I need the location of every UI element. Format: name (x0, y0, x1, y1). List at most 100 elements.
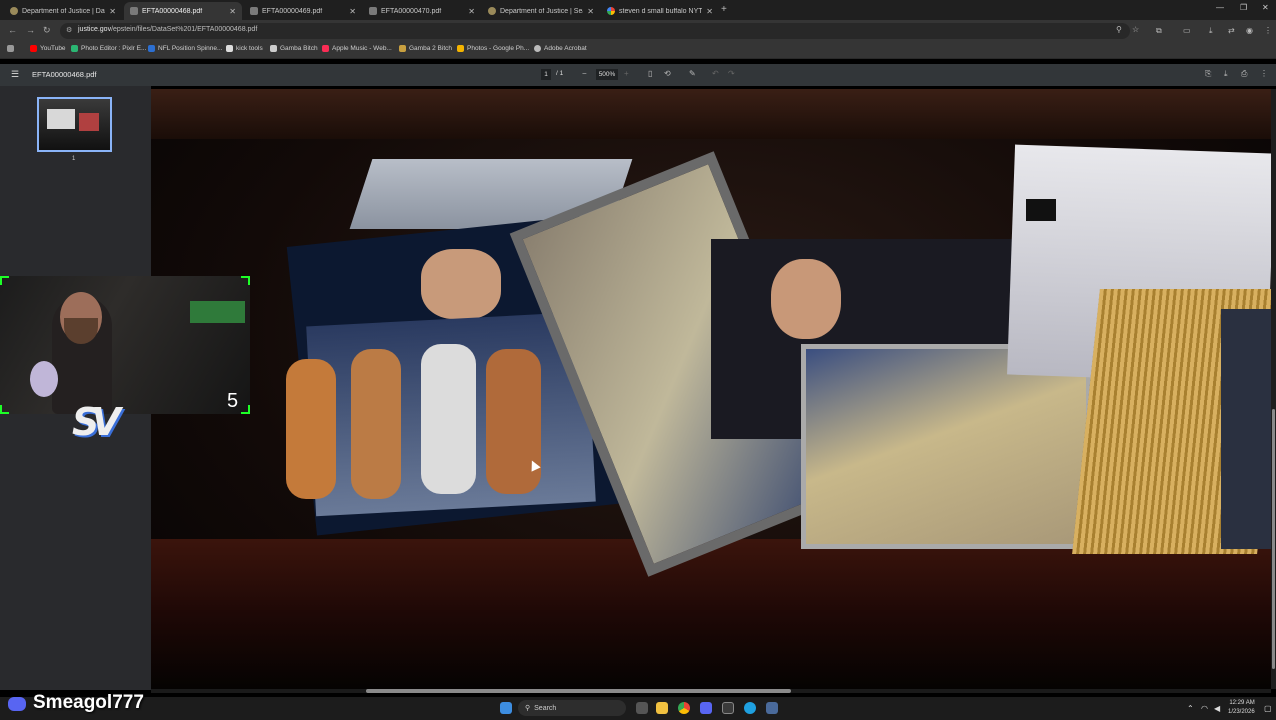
pdf-filename: EFTA00000468.pdf (32, 70, 97, 79)
bookmark-apple-music[interactable]: Apple Music - Web... (322, 45, 392, 52)
scrollbar-thumb[interactable] (366, 689, 791, 693)
zoom-out-icon[interactable]: − (582, 69, 587, 78)
task-view-icon[interactable] (636, 702, 648, 714)
print-icon[interactable]: ⎙ (1241, 69, 1247, 79)
close-tab-icon[interactable]: ✕ (229, 7, 236, 16)
tab-title: Department of Justice | Search (500, 7, 583, 15)
discord-app-icon[interactable] (700, 702, 712, 714)
scrollbar-thumb[interactable] (1272, 409, 1275, 669)
page-number-input[interactable]: 1 (541, 69, 551, 80)
undo-icon[interactable]: ↶ (712, 69, 719, 78)
discord-icon (8, 697, 26, 711)
share-icon[interactable]: ⇄ (1228, 26, 1235, 35)
bookmark-label: Photo Editor : Pixlr E... (81, 45, 147, 52)
tab-efta468[interactable]: EFTA00000468.pdf ✕ (124, 2, 242, 20)
extensions-icon[interactable]: ⧉ (1156, 26, 1162, 36)
page-thumbnail[interactable] (37, 97, 112, 152)
bookmark-gamba[interactable]: Gamba Bitch (270, 45, 318, 52)
redo-icon[interactable]: ↷ (728, 69, 735, 78)
chrome-icon[interactable] (678, 702, 690, 714)
new-tab-button[interactable]: + (721, 4, 727, 15)
tab-title: Department of Justice | Data Se (22, 7, 105, 15)
tab-efta470[interactable]: EFTA00000470.pdf ✕ (363, 2, 481, 20)
nfl-icon (148, 45, 155, 52)
close-tab-icon[interactable]: ✕ (587, 7, 594, 16)
calculator-icon[interactable] (766, 702, 778, 714)
grid-icon (226, 45, 233, 52)
zoom-in-icon[interactable]: + (624, 69, 629, 78)
photo-figure (286, 359, 336, 499)
apps-grid-icon[interactable] (7, 45, 14, 52)
zoom-input[interactable]: 500% (596, 69, 618, 80)
start-windows-icon[interactable] (500, 702, 512, 714)
hamburger-menu-icon[interactable]: ☰ (11, 69, 19, 80)
bookmark-label: kick tools (236, 45, 263, 52)
address-bar[interactable]: ⚙ justice.gov/epstein/files/DataSet%201/… (60, 23, 1139, 39)
tab-efta469[interactable]: EFTA00000469.pdf ✕ (244, 2, 362, 20)
vertical-scrollbar[interactable] (1271, 89, 1276, 689)
apple-music-icon (322, 45, 329, 52)
close-tab-icon[interactable]: ✕ (706, 7, 713, 16)
photo-face (771, 259, 841, 339)
download-pdf-icon[interactable]: ⤓ (1224, 69, 1228, 79)
counter-number: 5 (227, 390, 239, 412)
back-icon[interactable]: ← (8, 25, 17, 35)
bookmark-star-icon[interactable]: ☆ (1132, 25, 1139, 34)
file-explorer-icon[interactable] (656, 702, 668, 714)
bookmark-adobe[interactable]: Adobe Acrobat (534, 45, 587, 52)
photo-figure (351, 349, 401, 499)
reload-icon[interactable]: ↻ (43, 25, 51, 36)
minimize-icon[interactable]: — (1216, 3, 1224, 12)
tab-strip: Department of Justice | Data Se ✕ EFTA00… (0, 0, 1276, 20)
rotate-icon[interactable]: ⟲ (664, 69, 671, 78)
profile-icon[interactable]: ◉ (1246, 26, 1253, 35)
download-icon[interactable]: ⤓ (1209, 26, 1213, 36)
system-clock[interactable]: 12:29 AM 1/23/2026 (1228, 699, 1255, 717)
tab-doj-search[interactable]: Department of Justice | Search ✕ (482, 2, 600, 20)
edge-icon[interactable] (744, 702, 756, 714)
zoom-icon[interactable]: ⚲ (1116, 25, 1122, 34)
desk-surface (151, 539, 1271, 689)
save-icon[interactable]: ⎘ (1205, 69, 1211, 79)
frame-corner (241, 276, 250, 285)
menu-icon[interactable]: ⋮ (1264, 26, 1272, 35)
bookmark-pixlr[interactable]: Photo Editor : Pixlr E... (71, 45, 146, 52)
bookmark-google-photos[interactable]: Photos - Google Ph... (457, 45, 529, 52)
xbox-icon[interactable] (722, 702, 734, 714)
tab-google-search[interactable]: steven d small buffalo NYT - Go ✕ (601, 2, 719, 20)
volume-icon[interactable]: ◀ (1214, 704, 1220, 713)
close-window-icon[interactable]: ✕ (1262, 3, 1269, 12)
bookmark-youtube[interactable]: YouTube (30, 45, 66, 52)
tab-doj-dataset[interactable]: Department of Justice | Data Se ✕ (4, 2, 122, 20)
annotate-icon[interactable]: ✎ (689, 69, 696, 78)
close-tab-icon[interactable]: ✕ (468, 7, 475, 16)
photo-face (421, 249, 501, 319)
notifications-icon[interactable]: ▢ (1264, 704, 1272, 713)
bookmark-label: Photos - Google Ph... (467, 45, 530, 52)
wall-flag (190, 301, 245, 323)
pdf-toolbar: ☰ EFTA00000468.pdf 1 / 1 − 500% + ▯ ⟲ ✎ … (0, 64, 1276, 86)
bookmark-nfl[interactable]: NFL Position Spinne... (148, 45, 222, 52)
close-tab-icon[interactable]: ✕ (349, 7, 356, 16)
more-options-icon[interactable]: ⋮ (1260, 69, 1268, 78)
tab-title: EFTA00000469.pdf (262, 7, 323, 15)
apps-icon (7, 45, 14, 52)
horizontal-scrollbar[interactable] (151, 689, 1271, 693)
bookmarks-bar: YouTube Photo Editor : Pixlr E... NFL Po… (0, 42, 1276, 59)
wifi-icon[interactable]: ◠ (1201, 704, 1208, 713)
pdf-page-photo (151, 89, 1271, 689)
restore-icon[interactable]: ❐ (1240, 3, 1247, 12)
site-info-icon[interactable]: ⚙ (66, 26, 72, 34)
forward-icon[interactable]: → (26, 25, 35, 35)
fit-page-icon[interactable]: ▯ (648, 69, 652, 78)
bookmark-label: NFL Position Spinne... (158, 45, 223, 52)
bookmark-gamba2[interactable]: Gamba 2 Bitch (399, 45, 452, 52)
bookmark-kick-tools[interactable]: kick tools (226, 45, 263, 52)
google-icon (607, 7, 615, 15)
close-tab-icon[interactable]: ✕ (109, 7, 116, 16)
taskbar-search[interactable]: ⚲ Search (518, 700, 626, 716)
photo-figure (486, 349, 541, 494)
sidepanel-icon[interactable]: ▭ (1183, 26, 1191, 35)
url-host: justice.gov (78, 26, 112, 33)
tray-chevron-icon[interactable]: ⌃ (1187, 704, 1194, 713)
